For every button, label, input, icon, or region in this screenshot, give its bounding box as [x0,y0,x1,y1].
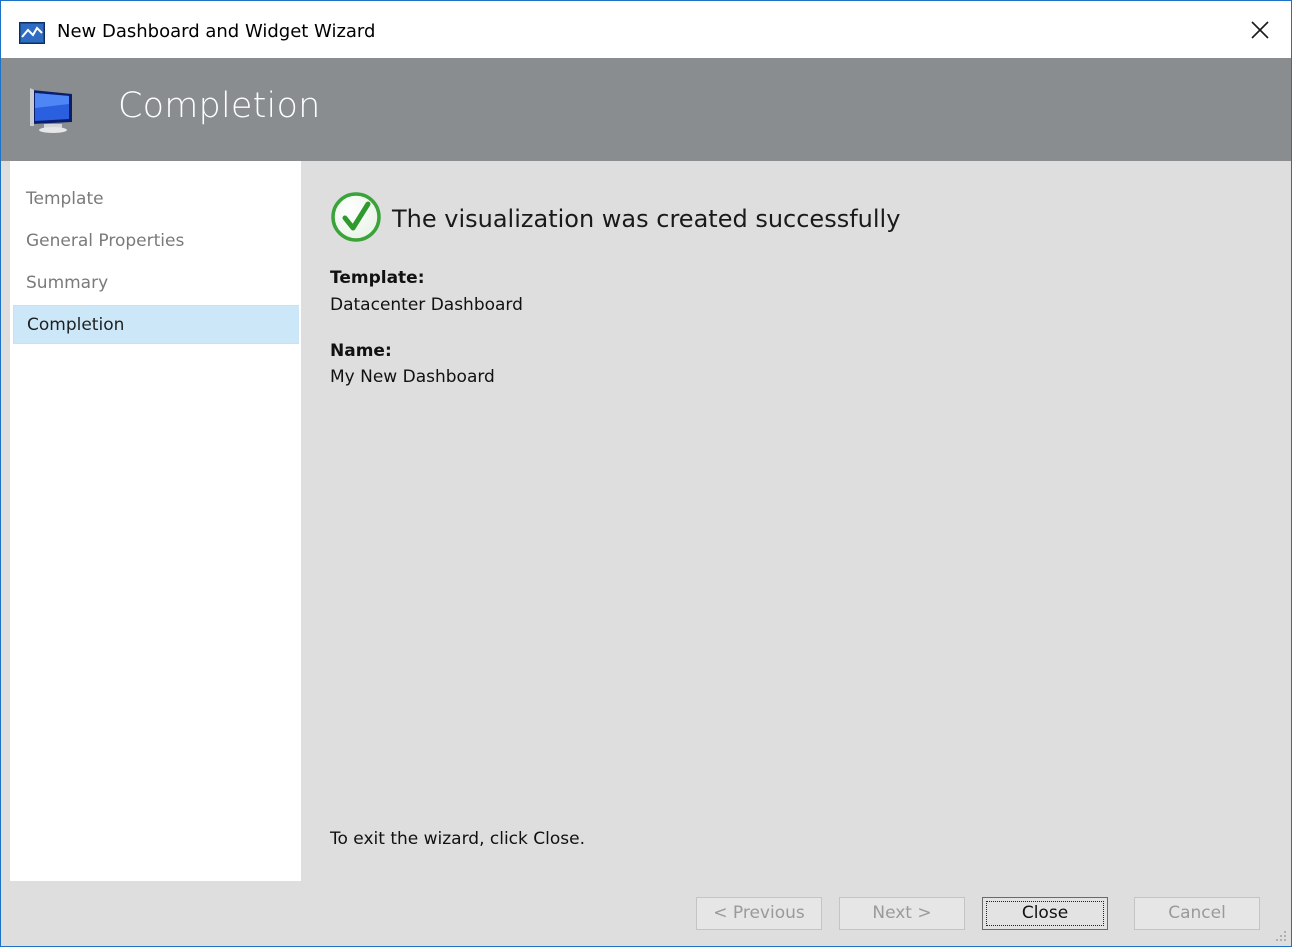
main-content: The visualization was created successful… [301,161,1291,881]
close-button[interactable]: Close [982,897,1108,930]
monitor-icon [30,88,72,133]
resize-grip-icon[interactable] [1273,928,1287,942]
cancel-button-label: Cancel [1168,903,1226,923]
close-window-button[interactable] [1245,15,1275,45]
previous-button-label: < Previous [713,903,805,923]
checkmark-circle-icon [331,192,381,242]
wizard-chart-icon [19,22,45,44]
template-value: Datacenter Dashboard [330,295,523,315]
sidebar-item-completion[interactable]: Completion [13,305,299,344]
next-button[interactable]: Next > [839,897,965,930]
page-title: Completion [118,86,321,126]
previous-button[interactable]: < Previous [696,897,822,930]
exit-hint: To exit the wizard, click Close. [330,829,585,849]
window-title: New Dashboard and Widget Wizard [57,21,376,42]
sidebar-item-template[interactable]: Template [26,189,104,209]
next-button-label: Next > [872,903,932,923]
cancel-button[interactable]: Cancel [1134,897,1260,930]
wizard-window: New Dashboard and Widget Wizard Completi… [0,0,1292,947]
wizard-steps-sidebar: Template General Properties Summary Comp… [10,161,301,881]
success-message: The visualization was created successful… [392,205,901,233]
close-icon [1251,21,1269,39]
close-button-label: Close [1021,903,1069,923]
name-label: Name: [330,341,392,361]
wizard-footer: < Previous Next > Close Cancel [1,881,1291,946]
sidebar-item-summary[interactable]: Summary [26,273,108,293]
sidebar-item-label: Completion [27,315,125,335]
template-label: Template: [330,268,425,288]
title-bar[interactable]: New Dashboard and Widget Wizard [1,1,1291,58]
name-value: My New Dashboard [330,367,495,387]
wizard-header: Completion [1,58,1291,161]
sidebar-item-general-properties[interactable]: General Properties [26,231,184,251]
